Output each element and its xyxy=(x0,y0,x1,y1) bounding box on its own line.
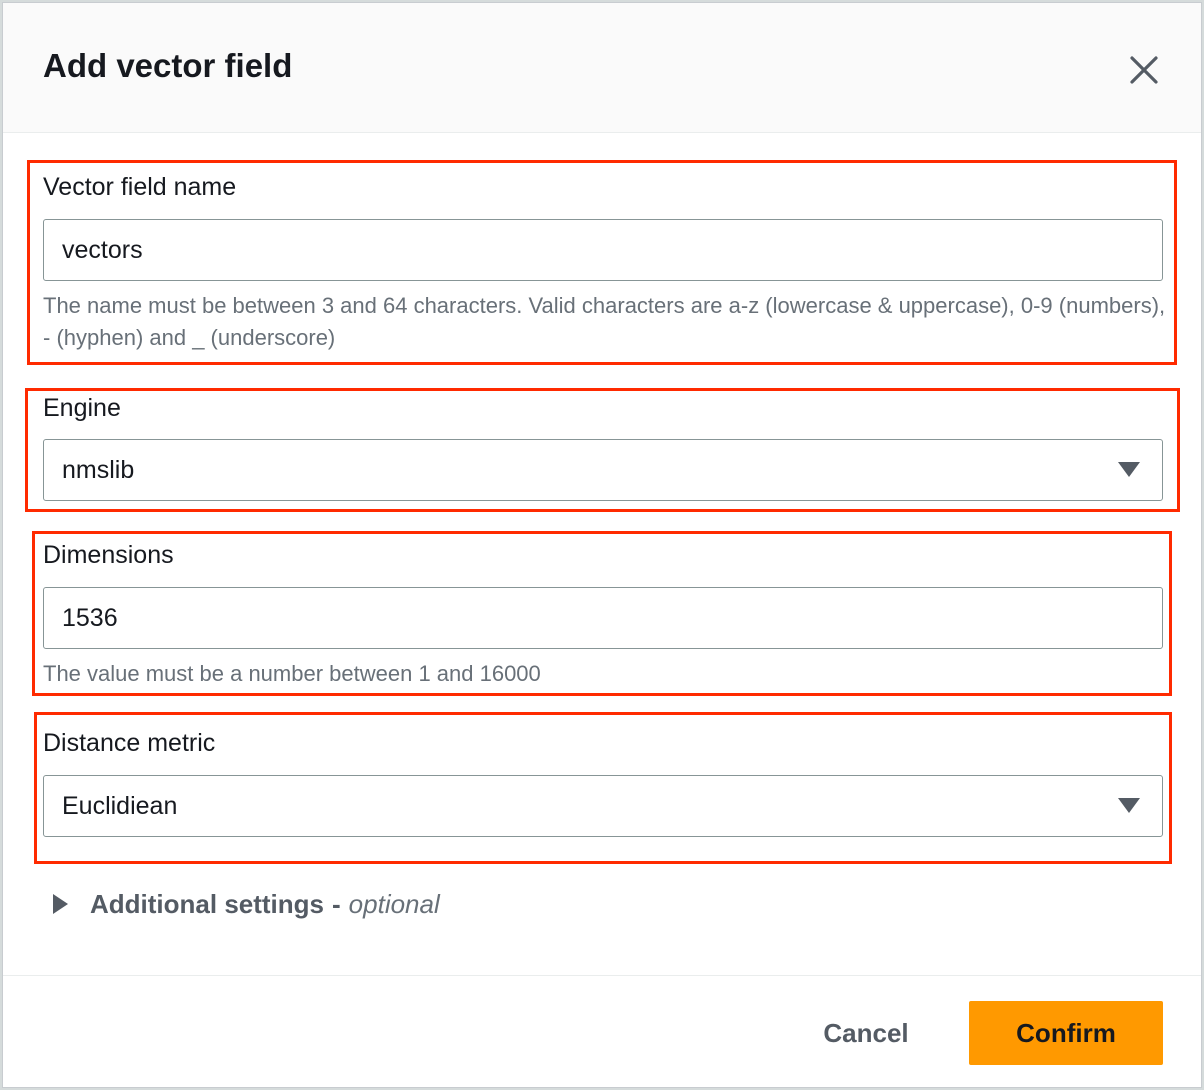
close-button[interactable] xyxy=(1123,49,1165,91)
caret-right-icon xyxy=(53,894,68,914)
engine-label: Engine xyxy=(43,394,121,422)
dimensions-hint: The value must be a number between 1 and… xyxy=(43,661,541,686)
caret-down-icon xyxy=(1118,462,1140,477)
vector-field-name-label: Vector field name xyxy=(43,173,237,201)
additional-settings-toggle[interactable]: Additional settings - optional xyxy=(53,885,440,923)
caret-down-icon xyxy=(1118,798,1140,813)
distance-metric-label: Distance metric xyxy=(43,729,216,757)
dimensions-input[interactable]: 1536 xyxy=(43,587,1163,649)
additional-settings-separator: - xyxy=(332,888,341,919)
add-vector-field-modal: Add vector field Vector field name vecto… xyxy=(2,2,1202,1088)
close-icon xyxy=(1130,56,1158,84)
vector-field-name-hint: The name must be between 3 and 64 charac… xyxy=(43,293,1166,350)
engine-select[interactable]: nmslib xyxy=(43,439,1163,501)
modal-title: Add vector field xyxy=(43,47,293,84)
distance-metric-value: Euclidiean xyxy=(62,791,178,820)
engine-value: nmslib xyxy=(62,455,135,484)
cancel-button[interactable]: Cancel xyxy=(793,1001,939,1065)
confirm-button[interactable]: Confirm xyxy=(969,1001,1163,1065)
distance-metric-select[interactable]: Euclidiean xyxy=(43,775,1163,837)
dimensions-label: Dimensions xyxy=(43,541,174,569)
vector-field-name-value: vectors xyxy=(62,235,143,264)
modal-header: Add vector field xyxy=(3,3,1201,133)
additional-settings-label: Additional settings xyxy=(90,888,324,919)
footer-divider xyxy=(3,975,1201,976)
vector-field-name-input[interactable]: vectors xyxy=(43,219,1163,281)
dimensions-value: 1536 xyxy=(62,603,118,632)
optional-label: optional xyxy=(348,888,440,919)
